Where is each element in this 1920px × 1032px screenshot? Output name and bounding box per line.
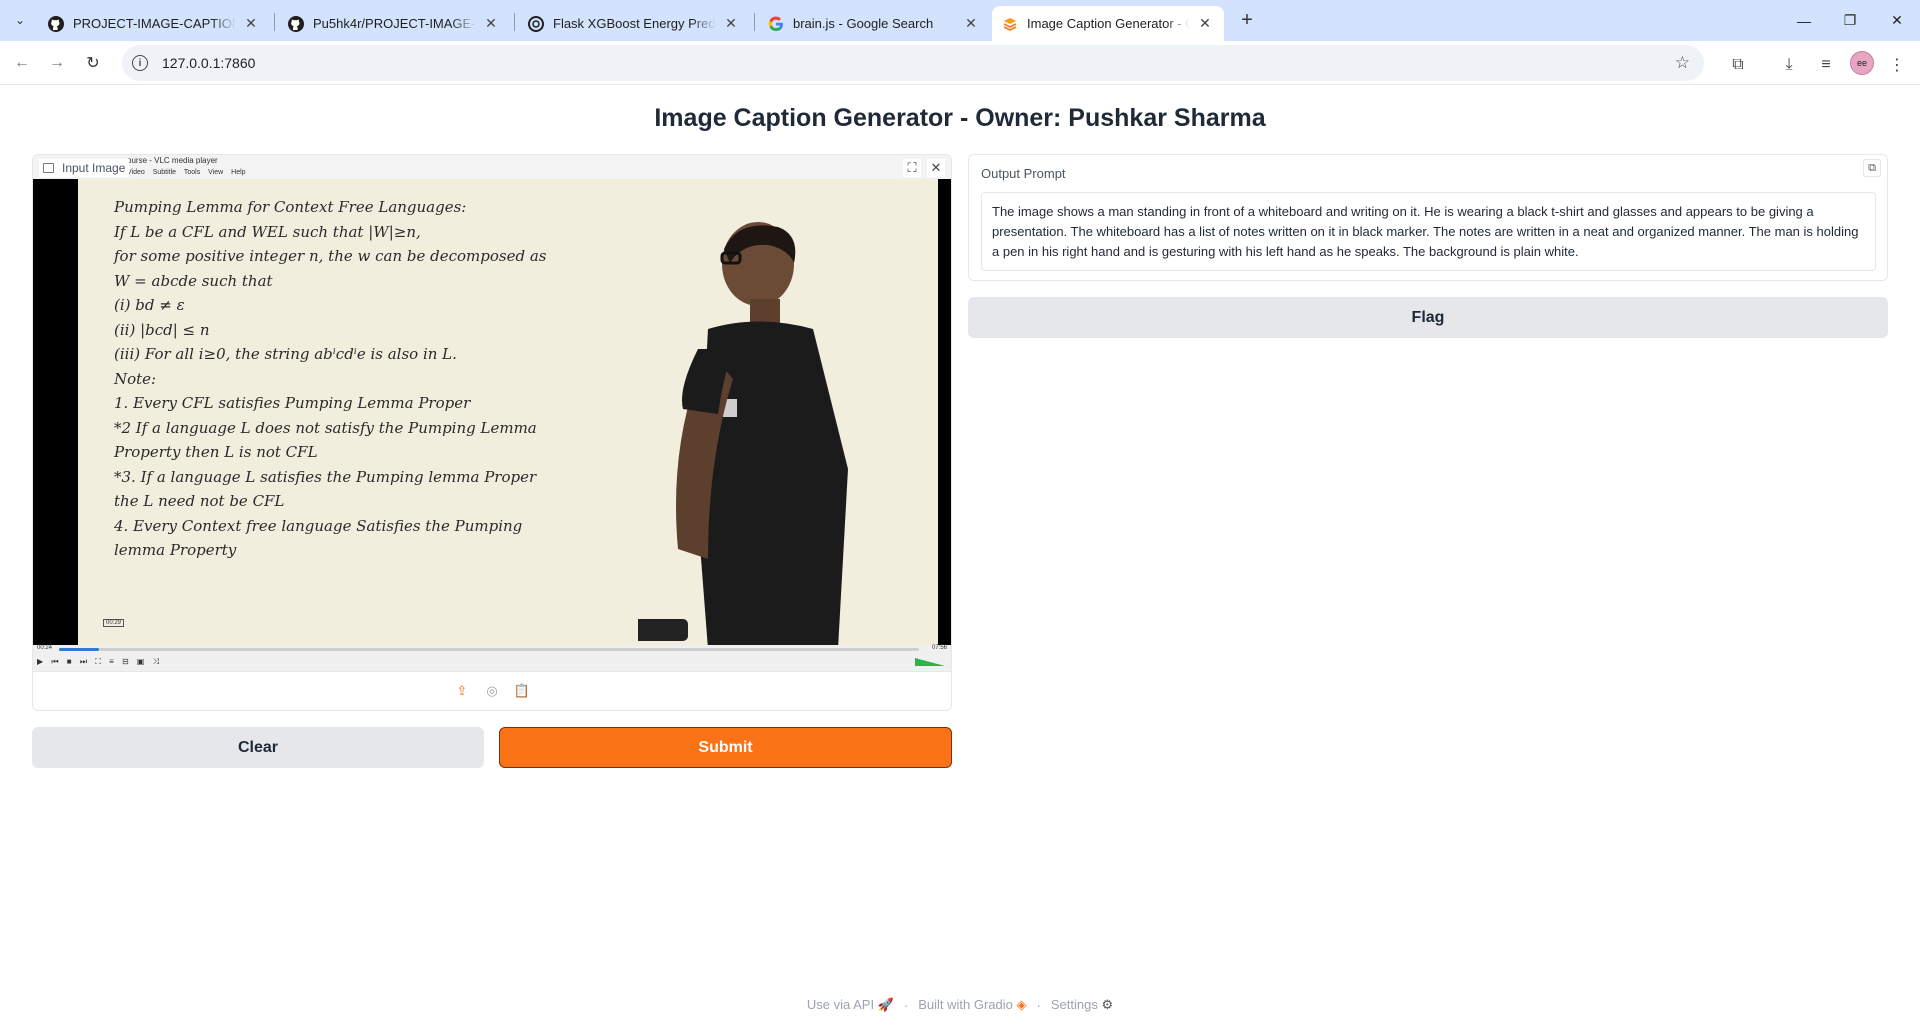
reload-icon[interactable]: ↻ <box>79 49 107 77</box>
vlc-title-bar: ourse - VLC media player <box>33 155 951 167</box>
whiteboard-line: *3. If a language L satisfies the Pumpin… <box>114 467 537 486</box>
browser-toolbar: ← → ↻ i 127.0.0.1:7860 ☆ ⧉ ⤓ ≡ ⋮ <box>0 41 1920 85</box>
output-textbox[interactable]: The image shows a man standing in front … <box>981 192 1876 271</box>
page-title: Image Caption Generator - Owner: Pushkar… <box>654 104 1266 132</box>
vlc-time-total: 07:56 <box>931 645 947 651</box>
gear-icon: ⚙ <box>1101 997 1114 1012</box>
whiteboard-line: *2 If a language L does not satisfy the … <box>114 418 537 437</box>
whiteboard-line: W = abcde such that <box>114 271 273 290</box>
close-icon[interactable]: ✕ <box>482 15 500 33</box>
remove-image-icon[interactable]: ✕ <box>927 159 945 177</box>
image-tools: ⛶ ✕ <box>903 159 945 177</box>
address-bar[interactable]: i 127.0.0.1:7860 ☆ <box>122 45 1704 81</box>
whiteboard-line: Pumping Lemma for Context Free Languages… <box>114 198 467 216</box>
forward-icon[interactable]: → <box>43 49 71 77</box>
restore-icon[interactable]: ❐ <box>1827 0 1873 41</box>
tab-title: Image Caption Generator - Own <box>1027 16 1190 31</box>
tab-title: Pu5hk4r/PROJECT-IMAGE-CAPT <box>313 16 476 31</box>
close-icon[interactable]: ✕ <box>962 15 980 33</box>
tab-active[interactable]: Image Caption Generator - Own ✕ <box>992 6 1224 41</box>
tab-2[interactable]: Pu5hk4r/PROJECT-IMAGE-CAPT ✕ <box>278 6 510 41</box>
menu-kebab-icon[interactable]: ⋮ <box>1885 53 1909 77</box>
flag-button[interactable]: Flag <box>968 297 1888 338</box>
new-tab-button[interactable]: + <box>1233 8 1261 32</box>
webcam-icon[interactable]: ◎ <box>484 683 500 699</box>
tab-separator <box>754 13 755 31</box>
close-icon[interactable]: ✕ <box>242 15 260 33</box>
extensions-icon[interactable]: ⧉ <box>1726 53 1750 77</box>
footer-separator: · <box>903 997 909 1013</box>
output-panel: Output Prompt ⧉ The image shows a man st… <box>968 154 1888 281</box>
image-source-bar: ⇪ ◎ 📋 <box>33 671 951 710</box>
tab-title: PROJECT-IMAGE-CAPTION-GE <box>73 16 236 31</box>
footer-separator: · <box>1036 997 1041 1013</box>
rocket-icon: 🚀 <box>877 997 894 1012</box>
tab-search-button[interactable]: ⌄ <box>8 8 32 32</box>
whiteboard-line: lemma Property <box>114 541 237 559</box>
vlc-buttons: ▶ ⏮ ■ ⏭ ⛶ ≡ ⊟ ▣ ⤨ <box>37 657 160 666</box>
github-icon <box>48 15 64 32</box>
bookmark-star-icon[interactable]: ☆ <box>1675 53 1690 73</box>
back-icon[interactable]: ← <box>8 49 36 77</box>
whiteboard-line: 1. Every CFL satisfies Pumping Lemma Pro… <box>114 394 471 412</box>
whiteboard-line: (iii) For all i≥0, the string abⁱcdⁱe is… <box>114 345 457 363</box>
whiteboard: Pumping Lemma for Context Free Languages… <box>78 179 938 645</box>
tab-3[interactable]: Flask XGBoost Energy Predictio ✕ <box>518 6 750 41</box>
vlc-controls: 00:24 07:56 ▶ ⏮ ■ ⏭ ⛶ ≡ ⊟ ▣ ⤨ <box>33 645 951 671</box>
input-image-panel[interactable]: ourse - VLC media player Video Subtitle … <box>32 154 952 711</box>
copy-icon[interactable]: ⧉ <box>1863 159 1881 177</box>
whiteboard-line: 4. Every Context free language Satisfies… <box>114 516 523 535</box>
video-timestamp: 00:29 <box>103 619 125 627</box>
tab-strip: ⌄ PROJECT-IMAGE-CAPTION-GE ✕ Pu5hk4r/PRO… <box>0 0 1920 41</box>
presenter-figure <box>638 222 848 645</box>
whiteboard-line: Note: <box>114 369 157 388</box>
whiteboard-line: for some positive integer n, the w can b… <box>114 247 547 265</box>
window-close-icon[interactable]: ✕ <box>1874 0 1920 41</box>
whiteboard-notes: Pumping Lemma for Context Free Languages… <box>114 195 674 563</box>
close-icon[interactable]: ✕ <box>1196 15 1214 33</box>
close-icon[interactable]: ✕ <box>722 15 740 33</box>
profile-avatar[interactable]: ee <box>1850 51 1874 75</box>
google-icon <box>768 16 784 32</box>
input-image-label: Input Image <box>39 159 130 177</box>
whiteboard-line: (i) bd ≠ ε <box>114 296 185 314</box>
built-with-gradio-link[interactable]: Built with Gradio ◈ <box>918 997 1026 1013</box>
vlc-time-elapsed: 00:24 <box>37 645 53 651</box>
openai-icon <box>528 15 544 32</box>
output-label: Output Prompt <box>981 166 1066 181</box>
gradio-icon <box>1002 16 1018 32</box>
tab-4[interactable]: brain.js - Google Search ✕ <box>758 6 990 41</box>
github-icon <box>288 15 304 32</box>
fullscreen-icon[interactable]: ⛶ <box>903 159 921 177</box>
use-via-api-link[interactable]: Use via API 🚀 <box>807 997 894 1013</box>
gradio-logo-icon: ◈ <box>1016 997 1027 1012</box>
input-label-text: Input Image <box>62 161 126 175</box>
whiteboard-line: (ii) |bcd| ≤ n <box>114 320 210 339</box>
media-queue-icon[interactable]: ≡ <box>1814 53 1838 77</box>
submit-button[interactable]: Submit <box>499 727 952 768</box>
tab-separator <box>514 13 515 31</box>
site-info-icon[interactable]: i <box>132 55 148 71</box>
download-icon[interactable]: ⤓ <box>1777 53 1801 77</box>
vlc-menu-bar: Video Subtitle Tools View Help <box>33 167 951 179</box>
url-text: 127.0.0.1:7860 <box>162 55 256 71</box>
whiteboard-line: If L be a CFL and WEL such that |W|≥n, <box>114 222 421 241</box>
vlc-volume <box>915 658 945 666</box>
upload-icon[interactable]: ⇪ <box>454 683 470 699</box>
vlc-video-frame: Pumping Lemma for Context Free Languages… <box>33 179 951 645</box>
image-icon <box>43 163 54 173</box>
minimize-icon[interactable]: — <box>1781 0 1827 41</box>
vlc-seek-bar <box>59 648 919 651</box>
clipboard-icon[interactable]: 📋 <box>514 683 530 699</box>
settings-link[interactable]: Settings ⚙ <box>1051 997 1113 1013</box>
tab-title: Flask XGBoost Energy Predictio <box>553 16 716 31</box>
whiteboard-line: the L need not be CFL <box>114 492 285 510</box>
input-image: ourse - VLC media player Video Subtitle … <box>33 155 951 671</box>
clear-button[interactable]: Clear <box>32 727 484 768</box>
tab-title: brain.js - Google Search <box>793 16 934 31</box>
footer: Use via API 🚀 · Built with Gradio ◈ · Se… <box>0 997 1920 1013</box>
tab-separator <box>274 13 275 31</box>
tab-1[interactable]: PROJECT-IMAGE-CAPTION-GE ✕ <box>38 6 270 41</box>
whiteboard-line: Property then L is not CFL <box>114 443 318 461</box>
